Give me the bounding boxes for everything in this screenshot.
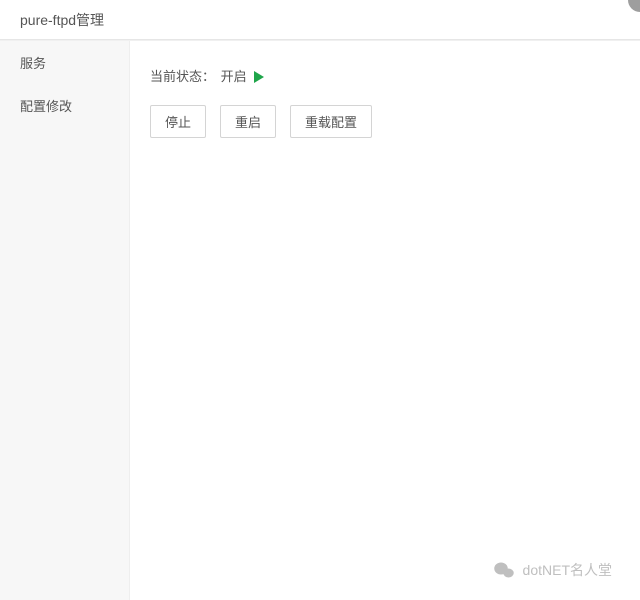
sidebar-item-config[interactable]: 配置修改: [0, 84, 129, 127]
wechat-icon: [493, 561, 515, 579]
sidebar-item-label: 服务: [20, 56, 46, 71]
dialog-header: pure-ftpd管理: [0, 0, 640, 40]
status-label: 当前状态：: [150, 69, 215, 84]
watermark: dotNET名人堂: [493, 560, 612, 580]
play-icon: [254, 71, 264, 83]
status-row: 当前状态： 开启: [150, 66, 620, 85]
dialog-title: pure-ftpd管理: [20, 12, 104, 28]
restart-button[interactable]: 重启: [220, 105, 276, 138]
main-panel: 当前状态： 开启 停止 重启 重载配置: [130, 41, 640, 600]
sidebar: 服务 配置修改: [0, 41, 130, 600]
button-row: 停止 重启 重载配置: [150, 105, 620, 138]
sidebar-item-label: 配置修改: [20, 99, 72, 114]
reload-button[interactable]: 重载配置: [290, 105, 372, 138]
status-value: 开启: [221, 69, 247, 84]
dialog-body: 服务 配置修改 当前状态： 开启 停止 重启 重载配置: [0, 40, 640, 600]
stop-button[interactable]: 停止: [150, 105, 206, 138]
sidebar-item-service[interactable]: 服务: [0, 41, 129, 84]
watermark-text: dotNET名人堂: [523, 560, 612, 580]
